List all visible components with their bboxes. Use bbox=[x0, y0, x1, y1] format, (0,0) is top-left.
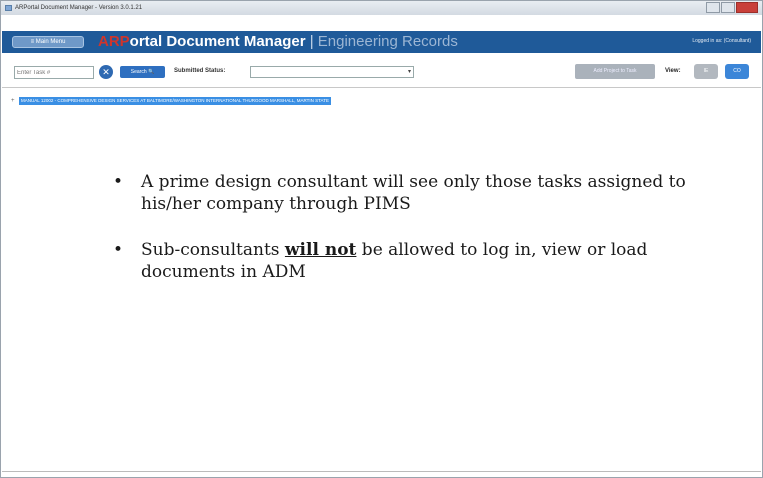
bullet-text-1: A prime design consultant will see only … bbox=[141, 172, 686, 214]
window-controls bbox=[705, 2, 758, 13]
bottom-border bbox=[2, 471, 761, 472]
search-button[interactable]: Search 🔍 bbox=[120, 66, 165, 78]
bullet-emphasis: will not bbox=[284, 240, 357, 260]
view-label: View: bbox=[665, 68, 681, 74]
app-subtitle: Engineering Records bbox=[317, 33, 458, 50]
bullet-item: • A prime design consultant will see onl… bbox=[105, 171, 705, 215]
view-ie-button[interactable]: IE bbox=[694, 64, 718, 79]
submitted-status-label: Submitted Status: bbox=[174, 68, 226, 74]
task-number-input[interactable] bbox=[14, 66, 94, 79]
add-project-to-task-button[interactable]: Add Project to Task bbox=[575, 64, 655, 79]
bullet-item: • Sub-consultants will not be allowed to… bbox=[105, 239, 705, 283]
chevron-down-icon: ▾ bbox=[407, 69, 411, 75]
slide-text: • A prime design consultant will see onl… bbox=[105, 171, 705, 307]
toolbar: ✕ Search 🔍 Submitted Status: ▾ Add Proje… bbox=[2, 59, 761, 85]
window-title: ARPortal Document Manager - Version 3.0.… bbox=[15, 5, 143, 11]
toolbar-divider bbox=[2, 87, 761, 88]
project-tree-item[interactable]: MANUAL 12002 - COMPREHENSIVE DESIGN SERV… bbox=[19, 97, 331, 105]
bullet-dot: • bbox=[113, 240, 124, 260]
tree-expand-icon[interactable]: + bbox=[11, 98, 15, 104]
main-menu-button[interactable]: ≡ Main Menu bbox=[12, 36, 84, 48]
app-window: ARPortal Document Manager - Version 3.0.… bbox=[0, 0, 763, 478]
app-title: ARPortal Document Manager | Engineering … bbox=[98, 33, 458, 51]
title-separator: | bbox=[305, 33, 318, 50]
logged-in-info: Logged in as: (Consultant) bbox=[692, 38, 751, 44]
minimize-button[interactable] bbox=[706, 2, 720, 13]
clear-icon[interactable]: ✕ bbox=[99, 65, 113, 79]
view-co-button[interactable]: CO bbox=[725, 64, 749, 79]
bullet-dot: • bbox=[113, 172, 124, 192]
app-icon bbox=[5, 5, 12, 11]
brand-prefix: ARP bbox=[98, 33, 130, 50]
maximize-button[interactable] bbox=[721, 2, 735, 13]
submitted-status-select[interactable]: ▾ bbox=[250, 66, 414, 78]
bullet-text-2-start: Sub-consultants bbox=[141, 240, 285, 260]
close-button[interactable] bbox=[736, 2, 758, 13]
app-name: ortal Document Manager bbox=[129, 33, 306, 50]
app-header: ≡ Main Menu ARPortal Document Manager | … bbox=[2, 31, 761, 53]
title-bar: ARPortal Document Manager - Version 3.0.… bbox=[1, 1, 762, 15]
